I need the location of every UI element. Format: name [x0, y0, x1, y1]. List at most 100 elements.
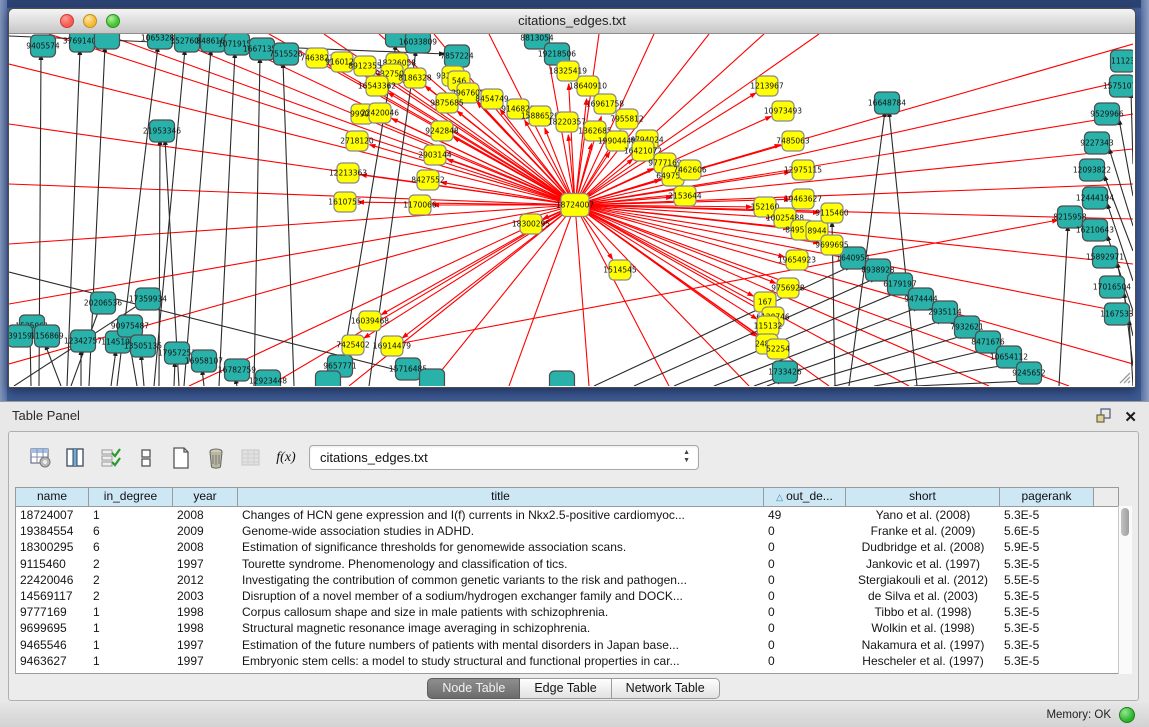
graph-edge: [575, 184, 1133, 205]
status-bar: Memory: OK: [0, 702, 1149, 727]
graph-node[interactable]: 1733426: [768, 361, 802, 383]
select-arrows-icon: ▲▼: [683, 449, 690, 465]
memory-ok-indicator: [1119, 707, 1135, 723]
network-graph[interactable]: 9405574376914061065328715276028486160107…: [9, 34, 1133, 386]
graph-node[interactable]: 15892971: [1086, 246, 1124, 268]
graph-node[interactable]: 52254: [766, 339, 790, 359]
float-panel-icon[interactable]: [1096, 407, 1112, 428]
column-header-year[interactable]: year: [173, 488, 238, 506]
table-row[interactable]: 911546021997Tourette syndrome. Phenomeno…: [16, 556, 1118, 572]
svg-text:1610755: 1610755: [328, 198, 362, 207]
window-titlebar[interactable]: citations_edges.txt: [9, 9, 1135, 34]
fx-icon[interactable]: f(x): [274, 445, 298, 471]
table-panel-header: Table Panel ✕: [0, 402, 1149, 430]
graph-node[interactable]: 1156869: [30, 325, 64, 347]
resize-grip[interactable]: [1117, 370, 1131, 384]
graph-node[interactable]: 12213363: [329, 163, 367, 183]
svg-text:12093822: 12093822: [1073, 166, 1111, 175]
column-header-name[interactable]: name: [16, 488, 89, 506]
tab-network-table[interactable]: Network Table: [612, 678, 720, 699]
graph-node[interactable]: [95, 34, 120, 49]
graph-node[interactable]: [420, 369, 445, 386]
graph-node[interactable]: 17016504: [1093, 276, 1131, 298]
graph-node[interactable]: 12975115: [784, 160, 822, 180]
graph-node[interactable]: 7857224: [440, 45, 474, 67]
column-header-title[interactable]: title: [238, 488, 764, 506]
graph-edge: [111, 350, 116, 386]
table-row[interactable]: 977716911998Corpus callosum shape and si…: [16, 604, 1118, 620]
table-cell: 1997: [173, 637, 238, 653]
close-panel-icon[interactable]: ✕: [1124, 409, 1137, 427]
table-cell: 2003: [173, 588, 238, 604]
column-header-short[interactable]: short: [846, 488, 1000, 506]
graph-node[interactable]: 1610755: [328, 192, 362, 212]
svg-text:17359934: 17359934: [129, 295, 167, 304]
graph-node[interactable]: 1167533: [1100, 303, 1133, 325]
svg-text:115132: 115132: [754, 322, 783, 331]
table-row[interactable]: 946554611997Estimation of the future num…: [16, 637, 1118, 653]
table-row[interactable]: 1872400712008Changes of HCN gene express…: [16, 507, 1118, 523]
table-cell: 2008: [173, 539, 238, 555]
graph-node[interactable]: 11123: [1111, 50, 1134, 72]
graph-node[interactable]: 12444194: [1076, 187, 1114, 209]
select-mode-icon[interactable]: [99, 445, 123, 471]
graph-node[interactable]: 12342757: [64, 330, 102, 352]
table-select[interactable]: citations_edges.txt ▲▼: [309, 445, 699, 470]
graph-node[interactable]: 115132: [754, 316, 783, 336]
graph-node[interactable]: 9245652: [1012, 362, 1046, 384]
table-row[interactable]: 1938455462009Genome-wide association stu…: [16, 523, 1118, 539]
tab-node-table[interactable]: Node Table: [427, 678, 520, 699]
table-row[interactable]: 1830029562008Estimation of significance …: [16, 539, 1118, 555]
show-column-icon[interactable]: [64, 445, 88, 471]
column-header-in-degree[interactable]: in_degree: [89, 488, 173, 506]
graph-node[interactable]: 8427552: [411, 170, 445, 190]
graph-node[interactable]: 7485063: [776, 131, 810, 151]
graph-node[interactable]: 1514545: [603, 260, 637, 280]
hide-rows-icon[interactable]: [134, 445, 158, 471]
graph-node[interactable]: 20206536: [84, 292, 122, 314]
graph-node[interactable]: 16914479: [373, 336, 411, 356]
scrollbar-thumb[interactable]: [1121, 508, 1129, 536]
delete-table-icon[interactable]: [204, 445, 228, 471]
graph-node[interactable]: 9756928: [771, 278, 805, 298]
graph-node[interactable]: 16039468: [351, 311, 389, 331]
table-cell: Yano et al. (2008): [846, 507, 1000, 523]
table-row[interactable]: 2242004622012Investigating the contribut…: [16, 572, 1118, 588]
graph-node[interactable]: [550, 371, 575, 386]
graph-node[interactable]: 2903144: [418, 145, 452, 165]
table-cell: 6: [89, 523, 173, 539]
table-scrollbar[interactable]: [1118, 506, 1132, 674]
svg-text:16782759: 16782759: [218, 366, 256, 375]
graph-node[interactable]: 1170066: [403, 195, 437, 215]
graph-node[interactable]: 18724007: [556, 194, 594, 217]
table-row[interactable]: 946362711997Embryonic stem cells: a mode…: [16, 653, 1118, 669]
graph-node[interactable]: 9405574: [26, 35, 60, 57]
tab-edge-table[interactable]: Edge Table: [520, 678, 611, 699]
graph-node[interactable]: 9227343: [1080, 132, 1114, 154]
network-canvas[interactable]: 9405574376914061065328715276028486160107…: [9, 34, 1133, 386]
graph-node[interactable]: 15751074: [1103, 75, 1133, 97]
graph-edge: [575, 205, 749, 386]
table-cell: 0: [764, 539, 846, 555]
svg-text:18640910: 18640910: [569, 82, 607, 91]
graph-node[interactable]: 19463627: [784, 189, 822, 209]
graph-node[interactable]: 16033809: [399, 34, 437, 53]
svg-text:18724007: 18724007: [556, 201, 594, 210]
modify-table-icon[interactable]: [29, 445, 53, 471]
graph-node[interactable]: 39159: [9, 325, 33, 347]
graph-node[interactable]: 9529966: [1090, 103, 1124, 125]
table-row[interactable]: 1456911722003Disruption of a novel membe…: [16, 588, 1118, 604]
new-table-icon[interactable]: [169, 445, 193, 471]
graph-node[interactable]: [316, 371, 341, 386]
column-header-out-de-[interactable]: △out_de...: [764, 488, 846, 506]
graph-edge: [429, 205, 575, 386]
graph-node[interactable]: 10973493: [764, 101, 802, 121]
graph-node[interactable]: 9115460: [815, 203, 849, 223]
graph-node[interactable]: 7515526: [269, 43, 303, 65]
svg-text:11123: 11123: [1111, 57, 1133, 66]
column-header-pagerank[interactable]: pagerank: [1000, 488, 1094, 506]
table-row[interactable]: 969969511998Structural magnetic resonanc…: [16, 620, 1118, 636]
import-table-icon[interactable]: [239, 445, 263, 471]
table-cell: 2008: [173, 507, 238, 523]
graph-node[interactable]: 18300295: [512, 214, 550, 234]
